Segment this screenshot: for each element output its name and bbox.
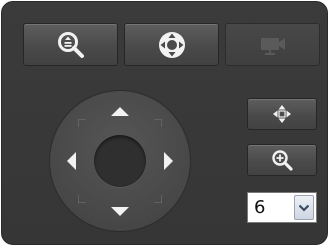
ptz-direction-pad	[50, 91, 190, 231]
zoom-center-button[interactable]	[23, 23, 118, 66]
ptz-direction-icon	[158, 31, 185, 58]
recenter-icon	[273, 105, 291, 123]
chevron-down-icon[interactable]	[294, 195, 314, 220]
camera-icon	[260, 37, 285, 55]
camera-button[interactable]	[225, 23, 320, 66]
pan-up-arrow-icon[interactable]	[111, 107, 129, 116]
ptz-control-panel: 6	[1, 1, 328, 245]
pan-down-arrow-icon[interactable]	[111, 207, 129, 216]
recenter-button[interactable]	[247, 98, 317, 130]
speed-select[interactable]: 6	[247, 192, 317, 223]
zoom-center-icon	[57, 31, 84, 58]
ptz-direction-button[interactable]	[124, 23, 219, 66]
ptz-center-button[interactable]	[94, 135, 146, 187]
zoom-in-button[interactable]	[247, 144, 317, 176]
pan-left-arrow-icon[interactable]	[67, 152, 76, 170]
speed-select-value: 6	[254, 197, 266, 218]
zoom-in-icon	[272, 150, 293, 171]
pan-right-arrow-icon[interactable]	[164, 152, 173, 170]
